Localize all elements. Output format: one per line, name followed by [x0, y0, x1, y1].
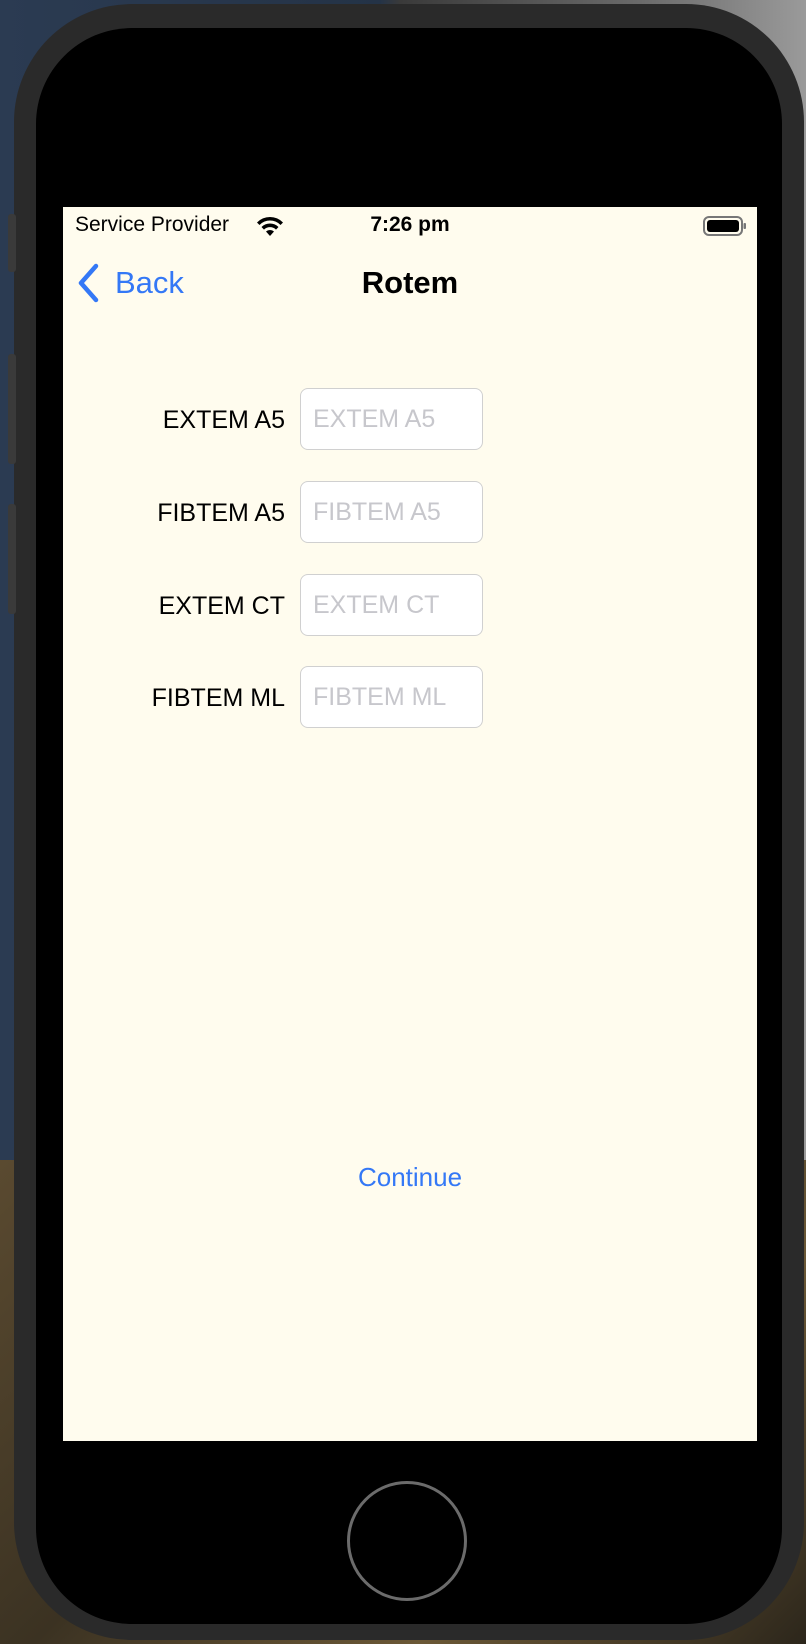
form-row-fibtem-a5: FIBTEM A5: [63, 481, 757, 545]
status-bar: Service Provider 7:26 pm: [63, 207, 757, 247]
form-row-extem-ct: EXTEM CT: [63, 574, 757, 638]
fibtem-a5-input[interactable]: [300, 481, 483, 543]
continue-button[interactable]: Continue: [63, 1162, 757, 1193]
extem-a5-label: EXTEM A5: [162, 406, 285, 434]
volume-up-button: [8, 354, 16, 464]
page-title: Rotem: [361, 265, 459, 300]
extem-a5-input[interactable]: [300, 388, 483, 450]
extem-ct-input[interactable]: [300, 574, 483, 636]
battery-icon: [703, 216, 746, 236]
form-row-extem-a5: EXTEM A5: [63, 388, 757, 452]
navigation-bar: Back Rotem: [63, 247, 757, 319]
fibtem-ml-label: FIBTEM ML: [151, 684, 285, 712]
home-button[interactable]: [347, 1481, 467, 1601]
fibtem-ml-input[interactable]: [300, 666, 483, 728]
volume-down-button: [8, 504, 16, 614]
extem-ct-label: EXTEM CT: [158, 592, 285, 620]
app-screen: Service Provider 7:26 pm Back Rotem EXTE…: [63, 207, 757, 1441]
form-row-fibtem-ml: FIBTEM ML: [63, 666, 757, 730]
ring-silent-switch: [8, 214, 16, 272]
fibtem-a5-label: FIBTEM A5: [157, 499, 285, 527]
status-time: 7:26 pm: [370, 213, 450, 236]
